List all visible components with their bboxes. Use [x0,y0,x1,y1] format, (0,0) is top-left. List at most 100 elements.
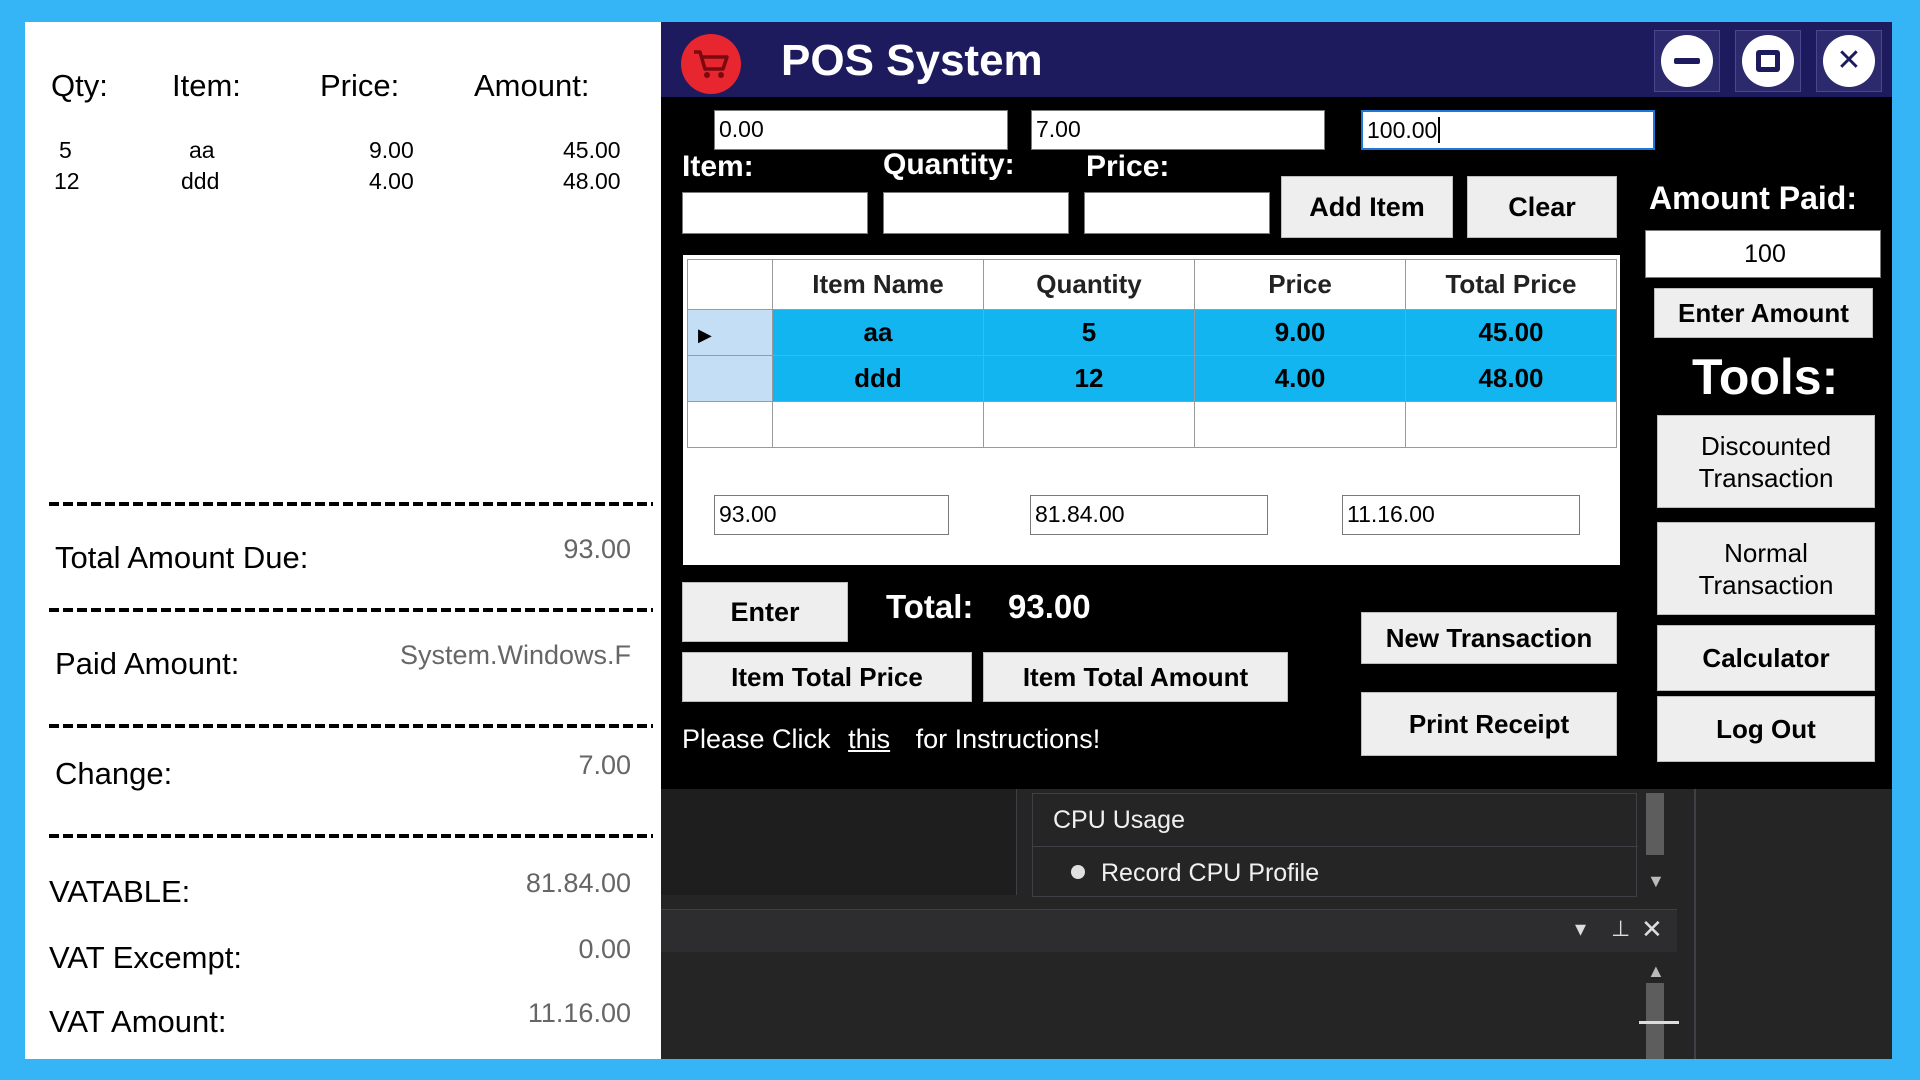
receipt-header-item: Item: [172,68,241,103]
vat-exempt-value: 0.00 [578,934,631,964]
items-grid-panel: Item Name Quantity Price Total Price ▶ a… [683,255,1620,565]
item-total-amount-button[interactable]: Item Total Amount [983,652,1288,702]
enter-amount-button[interactable]: Enter Amount [1654,288,1873,338]
logout-button[interactable]: Log Out [1657,696,1875,762]
grid-cell[interactable]: 12 [983,355,1195,402]
ide-left-pane [661,789,1017,895]
grid-cell[interactable] [1194,401,1406,448]
background-ide-panel: CPU Usage Record CPU Profile ▼ ▾ ⊥ ✕ ▲ [661,789,1892,1059]
total-value: 93.00 [1008,588,1091,625]
window-title: POS System [781,36,1043,85]
receipt-panel: Qty: Item: Price: Amount: 5 aa 9.00 45.0… [25,22,661,1059]
scrollbar-thumb[interactable] [1646,793,1664,855]
total-field[interactable]: 7.00 [1031,110,1325,150]
vat-amount-label: VAT Amount: [49,1004,227,1039]
cpu-usage-label: CPU Usage [1053,806,1185,834]
minimize-button[interactable] [1654,30,1720,92]
change-label: Change: [55,756,173,791]
grid-header-row: Item Name Quantity Price Total Price [687,259,1617,310]
grid-cell[interactable]: 5 [983,309,1195,356]
record-cpu-profile-link[interactable]: Record CPU Profile [1101,859,1319,888]
close-button[interactable]: ✕ [1816,30,1882,92]
divider [49,608,653,612]
quantity-input[interactable] [883,192,1069,234]
total-due-label: Total Amount Due: [55,540,309,575]
vat-exempt-label: VAT Excempt: [49,940,242,975]
instructions-prefix: Please Click [682,724,831,754]
calculator-button[interactable]: Calculator [1657,625,1875,691]
close-pane-icon[interactable]: ✕ [1641,914,1663,945]
scroll-down-icon[interactable]: ▼ [1647,871,1665,892]
table-row[interactable]: ▶ aa 5 9.00 45.00 [687,309,1617,356]
grid-cell[interactable] [983,401,1195,448]
divider [49,502,653,506]
receipt-line-item: ddd [181,168,220,194]
receipt-line-price: 4.00 [369,168,414,194]
grid-header[interactable]: Item Name [772,259,984,310]
grid-cell[interactable]: 9.00 [1194,309,1406,356]
instructions-suffix: for Instructions! [915,724,1101,754]
total-label: Total: [886,588,974,625]
grid-cell[interactable]: 4.00 [1194,355,1406,402]
receipt-line-qty: 12 [54,168,80,194]
change-field[interactable]: 0.00 [714,110,1008,150]
grid-cell[interactable] [1405,401,1617,448]
grid-header[interactable]: Price [1194,259,1406,310]
scroll-up-icon[interactable]: ▲ [1647,961,1665,982]
vatable-label: VATABLE: [49,874,191,909]
grid-cell[interactable]: 45.00 [1405,309,1617,356]
instructions-text: Please Click this for Instructions! [682,724,1100,755]
add-item-button[interactable]: Add Item [1281,176,1453,238]
title-bar[interactable]: POS System ✕ [661,22,1892,97]
vat-amount-field[interactable]: 11.16.00 [1342,495,1580,535]
subtotal-field[interactable]: 93.00 [714,495,949,535]
item-total-price-button[interactable]: Item Total Price [682,652,972,702]
amount-paid-field[interactable]: 100.00 [1361,110,1655,150]
table-row-new[interactable] [687,401,1617,448]
maximize-button[interactable] [1735,30,1801,92]
discounted-transaction-button[interactable]: Discounted Transaction [1657,415,1875,508]
paid-amount-label: Paid Amount: [55,646,240,681]
amount-paid-input[interactable]: 100 [1645,230,1881,278]
instructions-link[interactable]: this [848,724,890,754]
grid-cell[interactable]: ddd [772,355,984,402]
grid-cell[interactable] [772,401,984,448]
splitter-handle[interactable] [1639,1021,1679,1024]
row-header[interactable] [687,355,773,402]
grid-corner [687,259,773,310]
table-row[interactable]: ddd 12 4.00 48.00 [687,355,1617,402]
pin-icon[interactable]: ⊥ [1611,916,1630,942]
row-header[interactable] [687,401,773,448]
maximize-icon [1742,35,1794,87]
divider [1694,789,1696,1059]
grid-cell[interactable]: aa [772,309,984,356]
divider [49,834,653,838]
cart-logo-icon [681,34,741,94]
quantity-label: Quantity: [883,148,1015,181]
new-transaction-button[interactable]: New Transaction [1361,612,1617,664]
item-label: Item: [682,150,754,183]
receipt-header-amount: Amount: [474,68,590,103]
grid-cell[interactable]: 48.00 [1405,355,1617,402]
divider [49,724,653,728]
text-cursor [1438,117,1447,143]
receipt-line-amount: 48.00 [563,168,621,194]
receipt-line-price: 9.00 [369,137,414,163]
items-grid[interactable]: Item Name Quantity Price Total Price ▶ a… [687,259,1617,448]
row-selector-icon[interactable]: ▶ [687,309,773,356]
grid-header[interactable]: Total Price [1405,259,1617,310]
grid-header[interactable]: Quantity [983,259,1195,310]
receipt-line-qty: 5 [59,137,72,163]
price-input[interactable] [1084,192,1270,234]
normal-transaction-button[interactable]: Normal Transaction [1657,522,1875,615]
receipt-header-qty: Qty: [51,68,108,103]
vatable-field[interactable]: 81.84.00 [1030,495,1268,535]
vat-amount-value: 11.16.00 [527,998,631,1028]
print-receipt-button[interactable]: Print Receipt [1361,692,1617,756]
dropdown-icon[interactable]: ▾ [1575,916,1586,942]
item-input[interactable] [682,192,868,234]
minimize-icon [1661,35,1713,87]
clear-button[interactable]: Clear [1467,176,1617,238]
enter-button[interactable]: Enter [682,582,848,642]
receipt-line-amount: 45.00 [563,137,621,163]
